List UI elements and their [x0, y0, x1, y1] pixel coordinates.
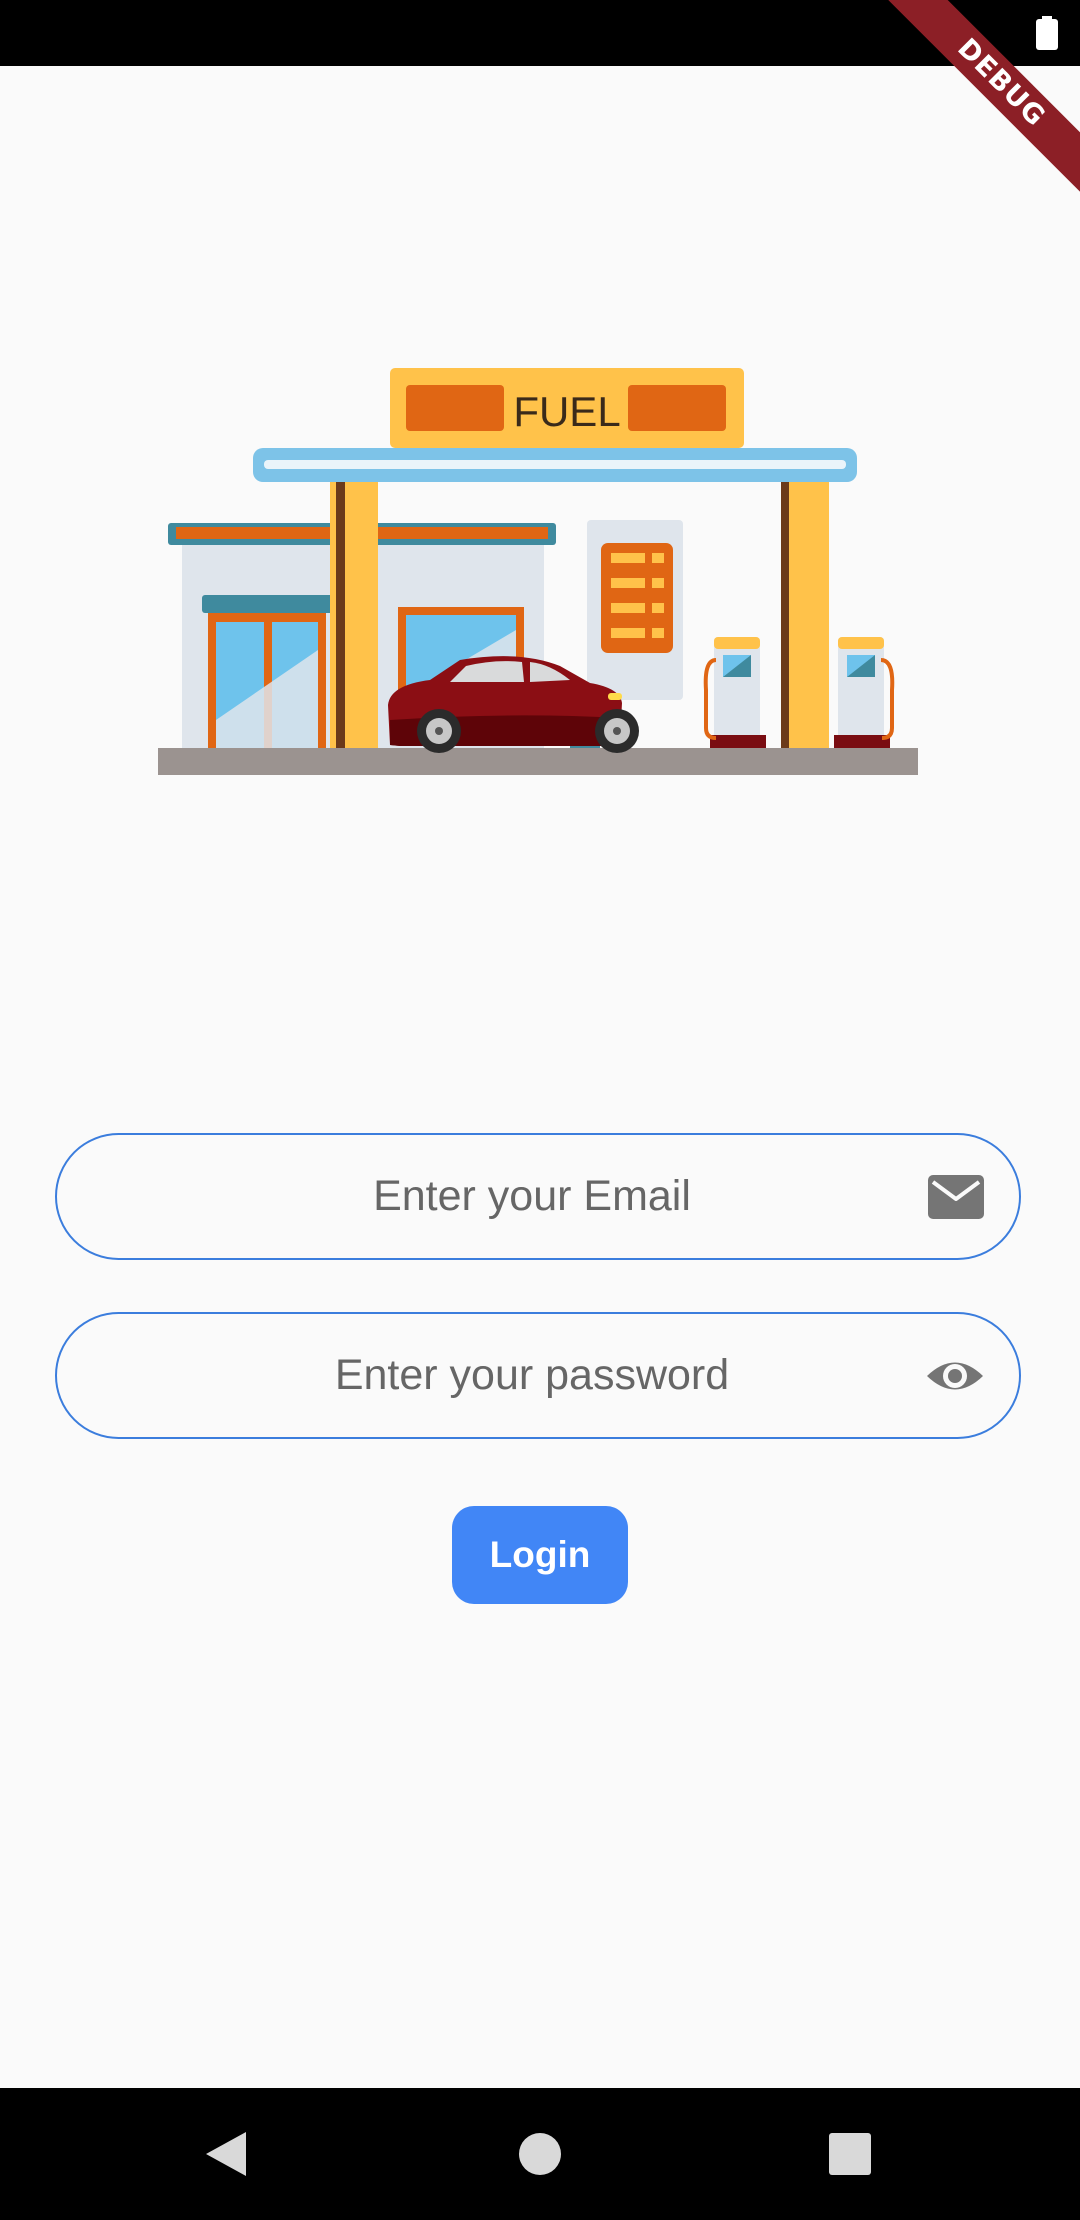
email-field[interactable]	[55, 1133, 1021, 1260]
fuel-pump	[714, 637, 760, 739]
eye-icon[interactable]	[923, 1347, 987, 1405]
login-button[interactable]: Login	[452, 1506, 628, 1604]
navigation-bar	[0, 2088, 1080, 2220]
fuel-sign-text: FUEL	[513, 388, 620, 435]
mail-icon	[928, 1175, 984, 1219]
battery-full-icon	[1036, 16, 1058, 50]
ground	[158, 748, 918, 775]
password-field[interactable]	[55, 1312, 1021, 1439]
password-input[interactable]	[117, 1314, 947, 1437]
fuel-station-illustration: FUEL	[158, 368, 918, 775]
back-triangle-icon[interactable]	[196, 2124, 256, 2184]
recents-square-icon[interactable]	[820, 2124, 880, 2184]
shop-awning	[202, 595, 334, 613]
email-input[interactable]	[117, 1135, 947, 1258]
fuel-pump	[838, 637, 884, 739]
home-circle-icon[interactable]	[510, 2124, 570, 2184]
